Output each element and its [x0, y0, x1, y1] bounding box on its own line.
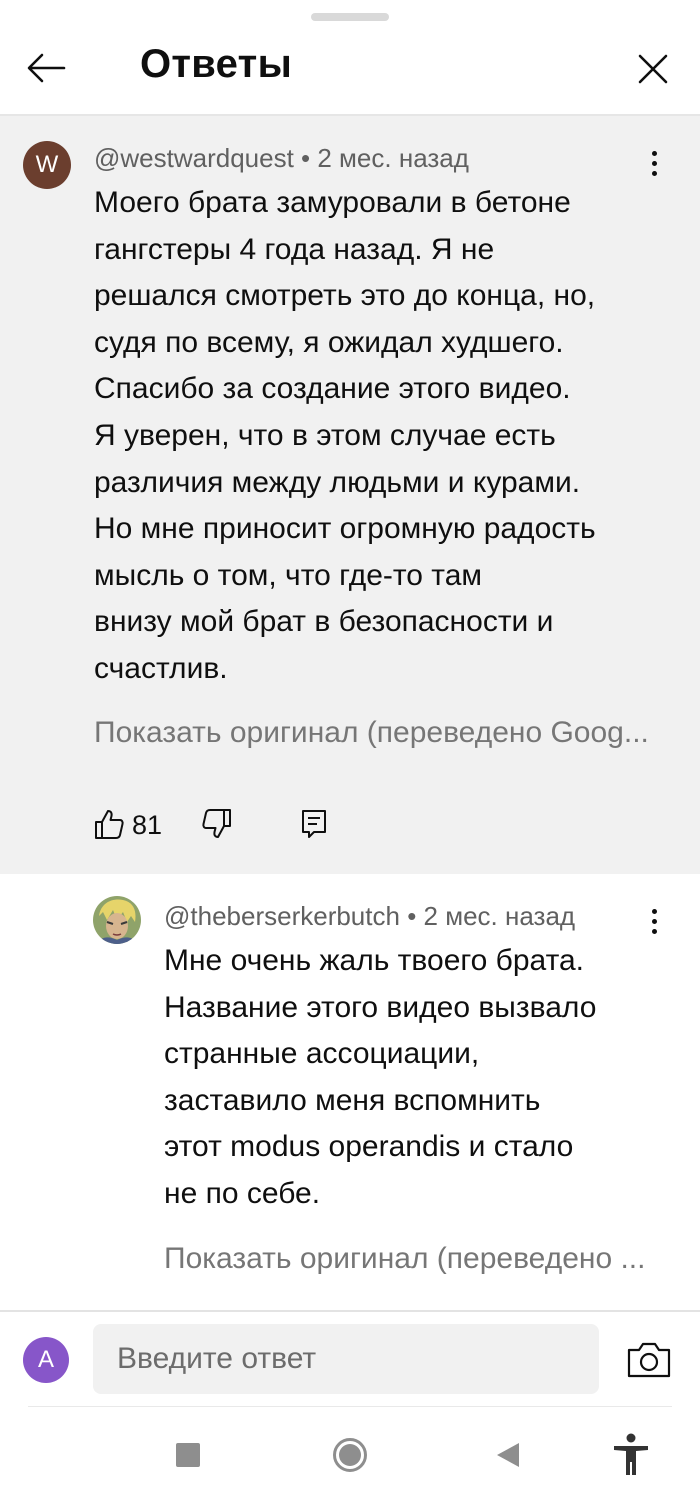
comment-text-line: Спасибо за создание этого видео.: [94, 372, 571, 406]
back-triangle-icon: [497, 1443, 519, 1467]
kebab-dot: [651, 150, 657, 156]
comment-text-line: мысль о том, что где-то там: [94, 558, 483, 592]
comment-text: Мне очень жаль твоего брата. Название эт…: [164, 938, 684, 1218]
kebab-dot: [651, 170, 657, 176]
reply-comment-icon: [302, 810, 326, 838]
back-button[interactable]: [22, 48, 70, 88]
more-options-button[interactable]: [639, 901, 669, 941]
thumbs-up-icon: [95, 810, 124, 839]
comment-text-line: гангстеры 4 года назад. Я не: [94, 232, 495, 266]
reply-input[interactable]: [93, 1324, 599, 1394]
like-button[interactable]: [94, 808, 124, 842]
user-avatar[interactable]: A: [23, 1337, 69, 1383]
parent-comment: W @westwardquest • 2 мес. назад Моего бр…: [0, 116, 700, 874]
stop-square-icon: [176, 1443, 200, 1467]
comment-actions: 81: [94, 808, 394, 848]
recents-button[interactable]: [166, 1435, 210, 1475]
comment-text-line: счастлив.: [94, 651, 228, 685]
comment-text-line: Но мне приносит огромную радость: [94, 512, 596, 546]
avatar[interactable]: [93, 896, 141, 944]
accessibility-icon: [614, 1433, 648, 1475]
comment-text-line: странные ассоциации,: [164, 1037, 480, 1071]
comment-text-line: судя по всему, я ожидал худшего.: [94, 325, 564, 359]
comment-author[interactable]: @westwardquest: [94, 143, 294, 173]
meta-separator: •: [407, 901, 424, 931]
comment-text-line: внизу мой брат в безопасности и: [94, 605, 554, 639]
back-nav-button[interactable]: [486, 1435, 530, 1475]
comment-text-line: решался смотреть это до конца, но,: [94, 279, 596, 313]
thumbs-down-icon: [202, 809, 231, 838]
home-button[interactable]: [328, 1435, 372, 1475]
comment-author[interactable]: @theberserkerbutch: [164, 901, 400, 931]
comment-text: Моего брата замуровали в бетоне гангстер…: [94, 180, 684, 693]
camera-button[interactable]: [626, 1340, 672, 1380]
reply-comment: @theberserkerbutch • 2 мес. назад Мне оч…: [0, 874, 700, 1310]
kebab-dot: [651, 160, 657, 166]
comment-text-line: Я уверен, что в этом случае есть: [94, 418, 556, 452]
close-icon: [638, 54, 668, 84]
avatar-picture-icon: [93, 896, 141, 944]
comment-text-line: Название этого видео вызвало: [164, 990, 597, 1024]
comment-text-line: Моего брата замуровали в бетоне: [94, 186, 571, 219]
comment-text-line: заставило меня вспомнить: [164, 1083, 541, 1117]
drag-handle[interactable]: [311, 13, 389, 21]
page-title: Ответы: [140, 42, 293, 86]
header: Ответы: [0, 24, 700, 114]
more-options-button[interactable]: [639, 143, 669, 183]
comment-meta: @theberserkerbutch • 2 мес. назад: [164, 901, 575, 932]
accessibility-button[interactable]: [609, 1433, 653, 1475]
comment-time: 2 мес. назад: [317, 143, 469, 173]
arrow-left-icon: [27, 53, 66, 83]
comment-time: 2 мес. назад: [423, 901, 576, 931]
system-navbar: [0, 1407, 700, 1499]
comment-text-line: не по себе.: [164, 1176, 321, 1210]
comment-text-line: различия между людьми и курами.: [94, 465, 581, 499]
comment-meta: @westwardquest • 2 мес. назад: [94, 143, 469, 174]
like-count: 81: [132, 810, 163, 840]
home-circle-icon: [333, 1438, 367, 1472]
show-original-link[interactable]: Показать оригинал (переведено ...: [164, 1242, 645, 1276]
reply-button[interactable]: [300, 808, 330, 842]
kebab-dot: [651, 918, 657, 924]
dislike-button[interactable]: [202, 808, 232, 842]
avatar[interactable]: W: [23, 141, 71, 189]
show-original-link[interactable]: Показать оригинал (переведено Goog...: [94, 716, 649, 750]
replies-sheet: Ответы W @westwardquest • 2 мес. назад М…: [0, 0, 700, 1499]
kebab-dot: [651, 928, 657, 934]
camera-icon: [627, 1342, 671, 1378]
kebab-dot: [651, 908, 657, 914]
reply-composer: A: [0, 1312, 700, 1404]
comment-text-line: этот modus operandis и стало: [164, 1130, 574, 1164]
comment-text-line: Мне очень жаль твоего брата.: [164, 944, 584, 977]
meta-separator: •: [301, 143, 318, 173]
close-button[interactable]: [630, 46, 676, 92]
